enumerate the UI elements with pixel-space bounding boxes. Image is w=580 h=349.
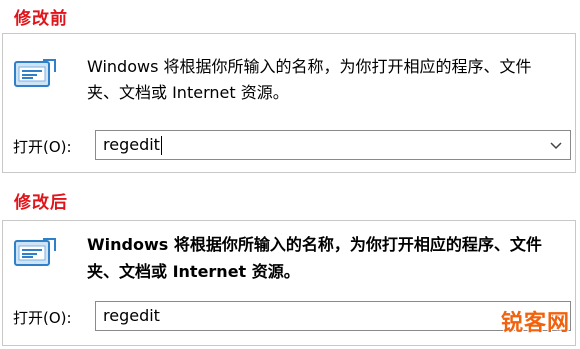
open-combobox[interactable]: regedit [95, 130, 571, 160]
run-dialog-icon [14, 238, 56, 266]
open-label: 打开(O): [13, 138, 72, 156]
run-dialog-before: Windows 将根据你所输入的名称，为你打开相应的程序、文件夹、文档或 Int… [2, 33, 576, 173]
run-description: Windows 将根据你所输入的名称，为你打开相应的程序、文件夹、文档或 Int… [87, 235, 542, 281]
chevron-down-icon[interactable] [550, 139, 562, 151]
watermark-logo: 锐客网 [500, 311, 570, 336]
after-title: 修改后 [14, 193, 68, 213]
run-dialog-after: Windows 将根据你所输入的名称，为你打开相应的程序、文件夹、文档或 Int… [2, 220, 576, 346]
open-label: 打开(O): [13, 309, 72, 327]
before-title: 修改前 [14, 9, 68, 29]
run-description: Windows 将根据你所输入的名称，为你打开相应的程序、文件夹、文档或 Int… [87, 57, 532, 102]
open-combobox[interactable]: regedit [95, 301, 571, 331]
open-input[interactable]: regedit [103, 302, 540, 330]
run-dialog-icon [14, 59, 56, 87]
text-caret [160, 136, 162, 155]
open-input[interactable]: regedit [103, 131, 540, 159]
